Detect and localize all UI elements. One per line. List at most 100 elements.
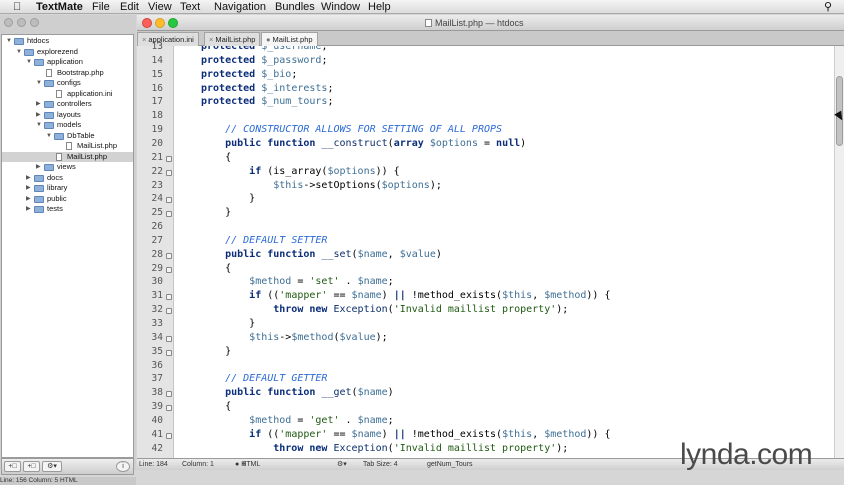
fold-marker-icon[interactable] — [166, 266, 172, 273]
tree-folder-row[interactable]: ▶ layouts — [2, 110, 133, 121]
menu-help[interactable]: Help — [368, 0, 391, 14]
line-number: 33 — [151, 318, 163, 329]
tree-folder-row[interactable]: ▼ application — [2, 57, 133, 68]
menu-navigation[interactable]: Navigation — [214, 0, 266, 14]
disclosure-open-icon[interactable]: ▼ — [16, 47, 22, 58]
disclosure-closed-icon[interactable]: ▶ — [26, 194, 32, 205]
symbol-popup[interactable]: getNum_Tours — [427, 459, 473, 471]
disclosure-open-icon[interactable]: ▼ — [46, 131, 52, 142]
line-number: 25 — [151, 207, 163, 219]
language-popup[interactable]: ● HTML ⇕ — [235, 459, 260, 471]
line-number: 23 — [151, 179, 163, 191]
tree-folder-row[interactable]: ▶ tests — [2, 204, 133, 215]
drawer-zoom-icon[interactable] — [30, 18, 39, 27]
tree-folder-row[interactable]: ▼ explorezend — [2, 47, 133, 58]
fold-marker-icon[interactable] — [166, 211, 172, 218]
fold-marker-icon[interactable] — [166, 335, 172, 342]
fold-marker-icon[interactable] — [166, 405, 172, 412]
disclosure-open-icon[interactable]: ▼ — [6, 36, 12, 47]
tree-folder-row[interactable]: ▼ htdocs — [2, 36, 133, 47]
menu-bundles[interactable]: Bundles — [275, 0, 315, 14]
code-line: // CONSTRUCTOR ALLOWS FOR SETTING OF ALL… — [225, 124, 503, 136]
tree-folder-row[interactable]: ▶ views — [2, 162, 133, 173]
code-line: throw new Exception('Invalid maillist pr… — [273, 442, 569, 454]
disclosure-closed-icon[interactable]: ▶ — [36, 162, 42, 173]
fold-marker-icon[interactable] — [166, 391, 172, 398]
drawer-toolbar: +□ +□ ⚙▾ i — [1, 458, 134, 475]
line-number: 28 — [151, 248, 163, 260]
fold-marker-icon[interactable] — [166, 349, 172, 356]
drawer-minimize-icon[interactable] — [17, 18, 26, 27]
disclosure-open-icon[interactable]: ▼ — [36, 78, 42, 89]
action-menu-button[interactable]: ⚙▾ — [42, 461, 62, 472]
menu-text[interactable]: Text — [180, 0, 200, 14]
tab-application-ini[interactable]: × application.ini — [137, 32, 199, 46]
tree-folder-row[interactable]: ▶ docs — [2, 173, 133, 184]
code-line: } — [201, 345, 232, 357]
tree-folder-row[interactable]: ▼ configs — [2, 78, 133, 89]
tree-folder-row[interactable]: ▶ controllers — [2, 99, 133, 110]
tree-folder-row[interactable]: ▶ library — [2, 183, 133, 194]
line-number: 20 — [151, 137, 163, 149]
disclosure-closed-icon[interactable]: ▶ — [26, 183, 32, 194]
new-folder-button[interactable]: +□ — [23, 461, 40, 472]
disclosure-closed-icon[interactable]: ▶ — [36, 99, 42, 110]
tree-item-label: application.ini — [67, 88, 113, 98]
drawer-close-icon[interactable] — [4, 18, 13, 27]
fold-marker-icon[interactable] — [166, 155, 172, 162]
tree-file-row[interactable]: MailList.php — [2, 141, 133, 152]
tab-maillist-dbtable[interactable]: × MailList.php — [204, 32, 261, 46]
document-proxy-icon[interactable] — [425, 19, 432, 27]
line-number: 35 — [151, 345, 163, 357]
disclosure-open-icon[interactable]: ▼ — [36, 120, 42, 131]
minimize-window-icon[interactable] — [155, 18, 165, 28]
tree-file-row[interactable]: Bootstrap.php — [2, 68, 133, 79]
menu-edit[interactable]: Edit — [120, 0, 139, 14]
tab-close-icon[interactable]: × — [209, 35, 213, 44]
code-line: $method = 'set' . $name; — [249, 276, 394, 288]
disclosure-closed-icon[interactable]: ▶ — [26, 204, 32, 215]
folder-icon — [34, 59, 44, 66]
vertical-scrollbar[interactable] — [834, 46, 844, 458]
new-file-button[interactable]: +□ — [4, 461, 21, 472]
tab-size-popup[interactable]: Tab Size: 4 — [363, 459, 398, 471]
spotlight-search-icon[interactable]: ⚲ — [824, 0, 832, 14]
menu-app[interactable]: TextMate — [36, 0, 83, 14]
disclosure-closed-icon[interactable]: ▶ — [36, 110, 42, 121]
apple-menu-icon[interactable]:  — [13, 0, 21, 14]
tree-file-row[interactable]: application.ini — [2, 89, 133, 100]
menu-view[interactable]: View — [148, 0, 172, 14]
folder-icon — [14, 38, 24, 45]
code-line: public function __set($name, $value) — [225, 248, 442, 260]
tab-close-icon[interactable]: ● — [266, 35, 271, 44]
tree-file-row[interactable]: MailList.php — [2, 151, 133, 162]
line-number: 29 — [151, 262, 163, 274]
tab-close-icon[interactable]: × — [142, 35, 146, 44]
code-line: { — [201, 262, 232, 274]
folder-icon — [34, 195, 44, 203]
disclosure-closed-icon[interactable]: ▶ — [26, 173, 32, 184]
tree-item-label: MailList.php — [67, 151, 108, 161]
line-number: 27 — [151, 234, 163, 246]
menu-file[interactable]: File — [92, 0, 110, 14]
fold-marker-icon[interactable] — [166, 432, 172, 439]
tree-folder-row[interactable]: ▼ models — [2, 120, 133, 131]
menu-window[interactable]: Window — [321, 0, 360, 14]
fold-marker-icon[interactable] — [166, 252, 172, 259]
fold-marker-icon[interactable] — [166, 308, 172, 315]
close-window-icon[interactable] — [142, 18, 152, 28]
code-editor[interactable]: protected $_username; protected $_passwo… — [175, 46, 833, 458]
line-number-gutter[interactable]: 13 14 15 16 17 18 19 20 21 22 23 24 25 26 27 28 29 30 31 32… — [137, 41, 174, 458]
tree-folder-row[interactable]: ▼ DbTable — [2, 131, 133, 142]
fold-marker-icon[interactable] — [166, 294, 172, 301]
tab-maillist-model[interactable]: ● MailList.php — [261, 32, 318, 46]
info-button[interactable]: i — [116, 461, 130, 472]
zoom-window-icon[interactable] — [168, 18, 178, 28]
code-line: protected $_bio; — [201, 68, 298, 80]
code-line: } — [201, 193, 256, 205]
bundle-menu-icon[interactable]: ⚙▾ — [337, 459, 347, 471]
fold-marker-icon[interactable] — [166, 169, 172, 176]
disclosure-open-icon[interactable]: ▼ — [26, 57, 32, 68]
tree-folder-row[interactable]: ▶ public — [2, 194, 133, 205]
fold-marker-icon[interactable] — [166, 197, 172, 204]
